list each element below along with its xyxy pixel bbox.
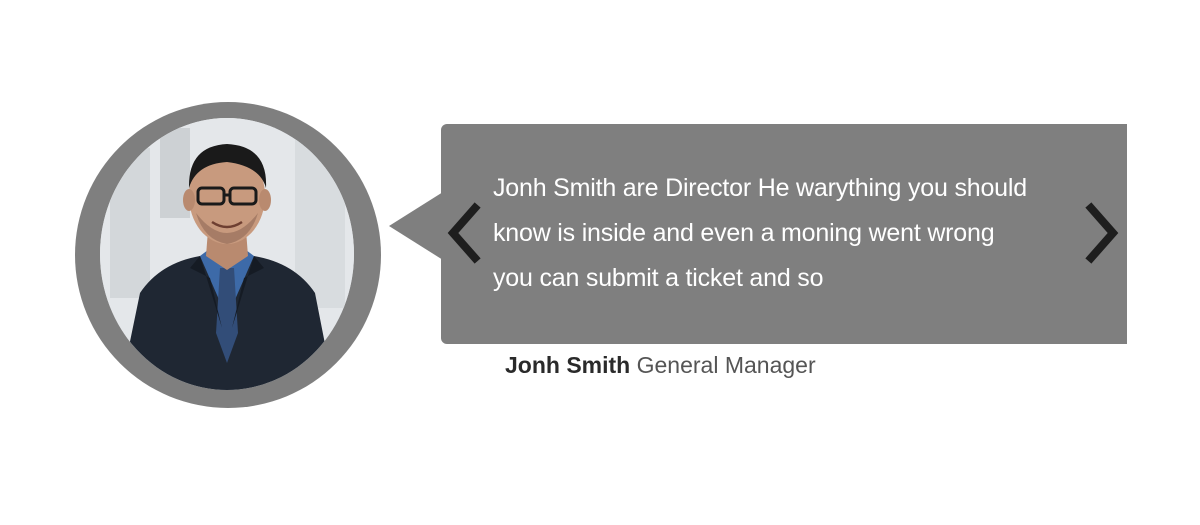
avatar-frame bbox=[75, 102, 381, 408]
avatar-portrait bbox=[100, 118, 354, 390]
testimonial-bubble: Jonh Smith are Director He warything you… bbox=[441, 124, 1127, 344]
quote-line: Jonh Smith are Director He warything you… bbox=[493, 174, 1027, 202]
testimonial-author: Jonh Smith General Manager bbox=[505, 352, 816, 379]
author-role: General Manager bbox=[636, 352, 816, 378]
author-name: Jonh Smith bbox=[505, 352, 631, 378]
quote-line: know is inside and even a moning went wr… bbox=[493, 219, 995, 247]
chevron-left-icon bbox=[447, 202, 481, 264]
previous-button[interactable] bbox=[443, 202, 483, 264]
next-button[interactable] bbox=[1083, 202, 1123, 264]
avatar-photo bbox=[100, 118, 354, 390]
chevron-right-icon bbox=[1085, 202, 1119, 264]
testimonial-quote: Jonh Smith are Director He warything you… bbox=[493, 166, 1111, 300]
quote-line: you can submit a ticket and so bbox=[493, 264, 824, 292]
speech-bubble-tail bbox=[389, 192, 443, 260]
